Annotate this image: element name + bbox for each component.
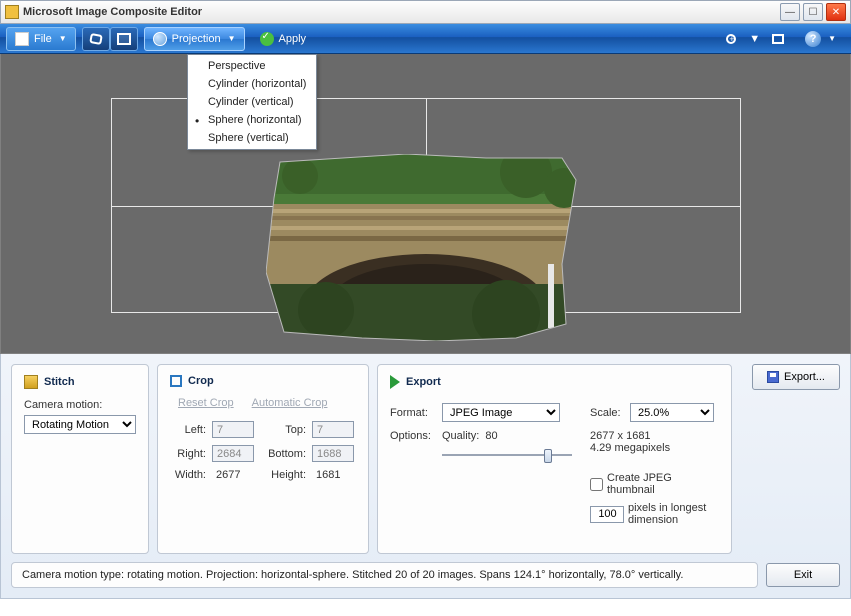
apply-icon [260, 32, 274, 46]
crop-title: Crop [188, 375, 214, 387]
status-text: Camera motion type: rotating motion. Pro… [22, 569, 683, 581]
projection-dropdown: Perspective Cylinder (horizontal) Cylind… [187, 54, 317, 150]
title-bar: Microsoft Image Composite Editor — ☐ ✕ [0, 0, 851, 24]
right-label: Right: [170, 448, 212, 460]
output-dims: 2677 x 1681 [590, 430, 719, 442]
export-button-area: Export... [740, 364, 840, 554]
left-input[interactable] [212, 421, 254, 438]
thumbnail-label: Create JPEG thumbnail [607, 472, 719, 496]
export-icon [390, 375, 400, 389]
panorama-image[interactable] [266, 154, 586, 341]
right-input[interactable] [212, 445, 254, 462]
zoom-in-icon [726, 34, 736, 44]
width-label: Width: [170, 469, 212, 481]
file-menu-button[interactable]: File ▼ [6, 27, 76, 51]
window-title: Microsoft Image Composite Editor [23, 6, 777, 18]
quality-label: Quality: [442, 430, 479, 442]
app-icon [5, 5, 19, 19]
bottom-input[interactable] [312, 445, 354, 462]
stitch-icon [24, 375, 38, 389]
export-button-label: Export... [784, 371, 825, 383]
chevron-down-icon: ▼ [228, 34, 236, 43]
toolbar: File ▼ Projection ▼ Apply ▼ ? ▼ [0, 24, 851, 54]
top-input[interactable] [312, 421, 354, 438]
chevron-down-icon[interactable]: ▼ [749, 33, 760, 45]
projection-label: Projection [172, 33, 221, 45]
exit-button[interactable]: Exit [766, 563, 840, 587]
rotate-icon [89, 33, 103, 45]
left-label: Left: [170, 424, 212, 436]
export-button[interactable]: Export... [752, 364, 840, 390]
close-button[interactable]: ✕ [826, 3, 846, 21]
crop-icon [170, 375, 182, 387]
bottom-panels: Stitch Camera motion: Rotating Motion Cr… [0, 354, 851, 599]
options-label: Options: [390, 430, 438, 442]
canvas-area[interactable] [0, 54, 851, 354]
orientation-button[interactable] [110, 27, 138, 51]
auto-crop-link[interactable]: Automatic Crop [252, 397, 328, 409]
quality-value: 80 [485, 430, 497, 442]
menu-item-cylinder-h[interactable]: Cylinder (horizontal) [188, 75, 316, 93]
apply-button[interactable]: Apply [251, 27, 316, 51]
projection-icon [153, 32, 167, 46]
menu-item-perspective[interactable]: Perspective [188, 57, 316, 75]
stitch-title: Stitch [44, 376, 75, 388]
crop-panel: Crop Reset Crop Automatic Crop Left: Top… [157, 364, 369, 554]
format-label: Format: [390, 407, 438, 419]
exit-label: Exit [794, 569, 812, 581]
quality-slider[interactable] [442, 446, 572, 464]
rotate-ccw-button[interactable] [82, 27, 110, 51]
bottom-label: Bottom: [262, 448, 312, 460]
menu-item-cylinder-v[interactable]: Cylinder (vertical) [188, 93, 316, 111]
zoom-button[interactable] [717, 27, 745, 51]
export-title: Export [406, 376, 441, 388]
width-value: 2677 [212, 469, 262, 481]
status-bar: Camera motion type: rotating motion. Pro… [11, 562, 758, 588]
projection-menu-button[interactable]: Projection ▼ [144, 27, 245, 51]
scale-label: Scale: [590, 407, 626, 419]
save-icon [767, 371, 779, 383]
fit-icon [772, 34, 784, 44]
minimize-button[interactable]: — [780, 3, 800, 21]
scale-select[interactable]: 25.0% [630, 403, 714, 422]
file-label: File [34, 33, 52, 45]
thumbnail-checkbox[interactable] [590, 478, 603, 491]
reset-crop-link[interactable]: Reset Crop [178, 397, 234, 409]
output-mpix: 4.29 megapixels [590, 442, 719, 454]
camera-motion-label: Camera motion: [24, 399, 136, 411]
maximize-button[interactable]: ☐ [803, 3, 823, 21]
menu-item-sphere-h[interactable]: Sphere (horizontal) [188, 111, 316, 129]
help-button[interactable]: ? ▼ [796, 27, 845, 51]
chevron-down-icon: ▼ [828, 34, 836, 43]
file-icon [15, 32, 29, 46]
height-value: 1681 [312, 469, 362, 481]
fit-button[interactable] [764, 27, 792, 51]
camera-motion-select[interactable]: Rotating Motion [24, 415, 136, 434]
apply-label: Apply [279, 33, 307, 45]
stitch-panel: Stitch Camera motion: Rotating Motion [11, 364, 149, 554]
top-label: Top: [262, 424, 312, 436]
height-label: Height: [262, 469, 312, 481]
orientation-icon [117, 33, 131, 45]
export-panel: Export Format: JPEG Image Options: Quali… [377, 364, 732, 554]
format-select[interactable]: JPEG Image [442, 403, 560, 422]
menu-item-sphere-v[interactable]: Sphere (vertical) [188, 129, 316, 147]
help-icon: ? [805, 31, 821, 47]
chevron-down-icon: ▼ [59, 34, 67, 43]
thumbnail-px-input[interactable] [590, 506, 624, 523]
thumbnail-caption: pixels in longest dimension [628, 502, 719, 526]
